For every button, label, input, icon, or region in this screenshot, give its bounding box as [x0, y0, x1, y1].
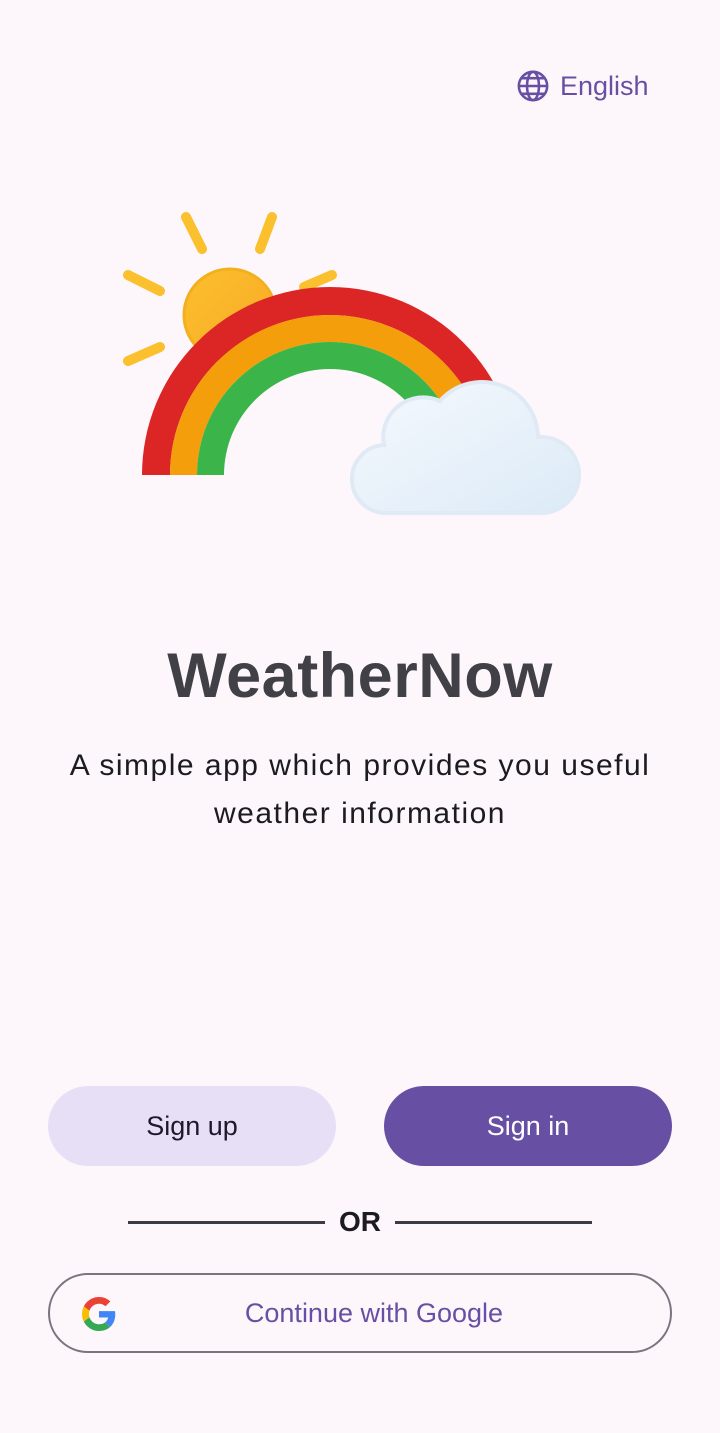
app-title: WeatherNow	[167, 641, 553, 711]
continue-with-google-button[interactable]: Continue with Google	[48, 1273, 672, 1353]
sign-up-label: Sign up	[146, 1110, 238, 1141]
continue-with-google-label: Continue with Google	[244, 1297, 504, 1328]
sign-up-button[interactable]: Sign up	[48, 1086, 336, 1166]
language-label: English	[560, 70, 649, 101]
language-selector[interactable]: English	[516, 68, 649, 104]
divider-line-right	[395, 1220, 592, 1224]
sign-in-button[interactable]: Sign in	[384, 1086, 672, 1166]
divider-line-left	[128, 1220, 325, 1224]
or-divider: OR	[128, 1201, 592, 1243]
cloud	[349, 380, 582, 516]
rainbow-sun-cloud-illustration	[118, 205, 583, 523]
app-tagline: A simple app which provides you useful w…	[69, 749, 651, 830]
globe-icon	[516, 69, 550, 103]
google-icon	[82, 1297, 116, 1331]
sign-in-label: Sign in	[486, 1110, 570, 1141]
or-label: OR	[339, 1206, 381, 1237]
